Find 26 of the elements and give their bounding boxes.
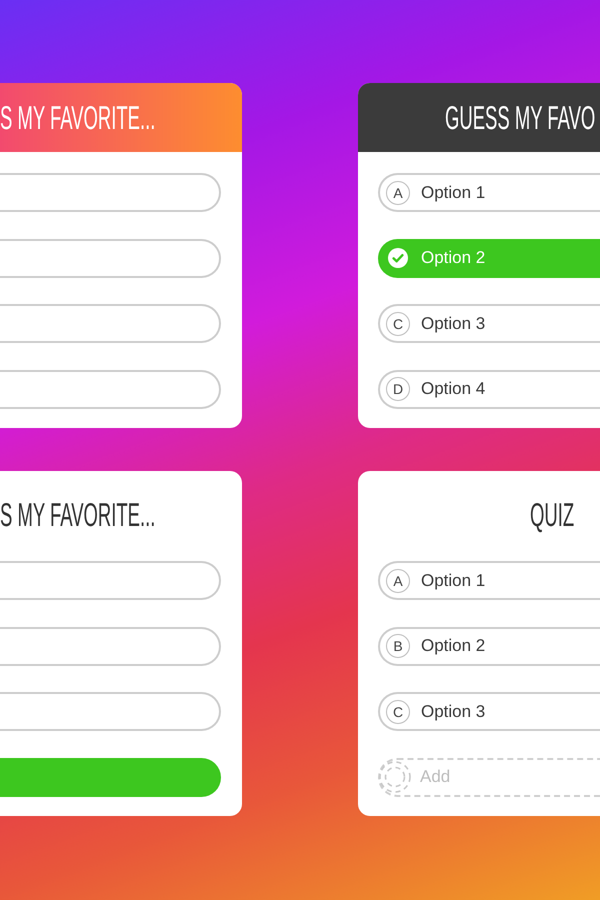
answer-option[interactable] bbox=[0, 238, 221, 278]
option-letter: B bbox=[386, 634, 410, 658]
answer-option[interactable] bbox=[0, 692, 221, 731]
option-letter: C bbox=[386, 700, 410, 724]
answer-option[interactable]: A Option 1 bbox=[378, 173, 600, 212]
answer-option[interactable]: A Option 1 bbox=[378, 561, 600, 600]
answer-option[interactable] bbox=[0, 370, 221, 408]
answer-option[interactable]: C Option 3 bbox=[378, 692, 600, 731]
answer-option[interactable]: B Option 2 bbox=[378, 626, 600, 666]
card-title: S MY FAVORITE... bbox=[0, 498, 156, 531]
answer-option[interactable] bbox=[0, 758, 221, 796]
option-letter: A bbox=[386, 180, 410, 204]
option-letter: C bbox=[386, 312, 410, 336]
option-letter: A bbox=[386, 568, 410, 592]
card-title: QUIZ bbox=[530, 498, 574, 531]
answer-option[interactable] bbox=[0, 626, 221, 666]
card-title: S MY FAVORITE... bbox=[0, 101, 156, 134]
card-title: GUESS MY FAVO bbox=[445, 101, 596, 134]
check-icon bbox=[388, 248, 408, 268]
dashed-circle-icon bbox=[379, 761, 411, 793]
answer-option[interactable] bbox=[0, 304, 221, 343]
answer-option[interactable]: D Option 4 bbox=[378, 370, 600, 408]
answer-option[interactable] bbox=[0, 173, 221, 212]
option-letter: D bbox=[386, 377, 410, 401]
answer-option[interactable]: C Option 3 bbox=[378, 304, 600, 343]
answer-option[interactable] bbox=[0, 561, 221, 600]
